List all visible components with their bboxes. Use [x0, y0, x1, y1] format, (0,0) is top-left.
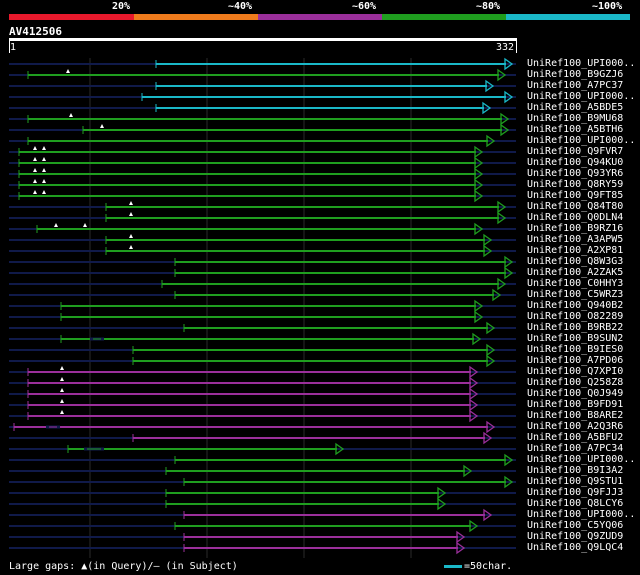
- query-gap-marker: [42, 179, 46, 183]
- hit-label[interactable]: UniRef100_C0HHY3: [527, 278, 623, 289]
- hit-label[interactable]: UniRef100_UPI000..: [527, 454, 635, 465]
- scale-legend-text: =50char.: [464, 561, 513, 572]
- hit-label[interactable]: UniRef100_Q9FVR7: [527, 146, 623, 157]
- hit-label[interactable]: UniRef100_Q940B2: [527, 300, 623, 311]
- hit-label[interactable]: UniRef100_Q9LQC4: [527, 542, 623, 553]
- hit-label[interactable]: UniRef100_B9I3A2: [527, 465, 623, 476]
- hit-label[interactable]: UniRef100_B9RZ16: [527, 223, 623, 234]
- query-gap-marker: [33, 157, 37, 161]
- hit-label[interactable]: UniRef100_B9GZJ6: [527, 69, 623, 80]
- hit-label[interactable]: UniRef100_A7PC37: [527, 80, 623, 91]
- query-gap-marker: [42, 157, 46, 161]
- query-gap-marker: [60, 388, 64, 392]
- query-gap-marker: [129, 212, 133, 216]
- hit-label[interactable]: UniRef100_Q9STU1: [527, 476, 623, 487]
- query-gap-marker: [100, 124, 104, 128]
- hit-label[interactable]: UniRef100_A5BTH6: [527, 124, 623, 135]
- hit-label[interactable]: UniRef100_Q258Z8: [527, 377, 623, 388]
- query-gap-marker: [129, 245, 133, 249]
- query-gap-marker: [33, 146, 37, 150]
- hit-label[interactable]: UniRef100_A5BFU2: [527, 432, 623, 443]
- hit-label[interactable]: UniRef100_B9MU68: [527, 113, 623, 124]
- query-gap-marker: [33, 190, 37, 194]
- query-gap-marker: [33, 168, 37, 172]
- query-gap-marker: [129, 234, 133, 238]
- query-gap-marker: [54, 223, 58, 227]
- query-gap-marker: [42, 190, 46, 194]
- hit-label[interactable]: UniRef100_A7PD06: [527, 355, 623, 366]
- query-gap-marker: [60, 366, 64, 370]
- query-gap-marker: [42, 168, 46, 172]
- hit-label[interactable]: UniRef100_UPI000..: [527, 91, 635, 102]
- query-gap-marker: [33, 179, 37, 183]
- gaps-legend: Large gaps: ▲(in Query)/– (in Subject): [9, 561, 238, 572]
- hit-label[interactable]: UniRef100_C5YQ06: [527, 520, 623, 531]
- hit-label[interactable]: UniRef100_B9RB22: [527, 322, 623, 333]
- query-gap-marker: [83, 223, 87, 227]
- query-gap-marker: [69, 113, 73, 117]
- hit-label[interactable]: UniRef100_Q94KU0: [527, 157, 623, 168]
- hit-label[interactable]: UniRef100_UPI000..: [527, 135, 635, 146]
- hit-label[interactable]: UniRef100_Q8RY59: [527, 179, 623, 190]
- hit-label[interactable]: UniRef100_A5BDE5: [527, 102, 623, 113]
- hit-label[interactable]: UniRef100_B9SUN2: [527, 333, 623, 344]
- hit-label[interactable]: UniRef100_B9FD91: [527, 399, 623, 410]
- hit-label[interactable]: UniRef100_UPI000..: [527, 509, 635, 520]
- hit-label[interactable]: UniRef100_O82289: [527, 311, 623, 322]
- hit-label[interactable]: UniRef100_Q93YR6: [527, 168, 623, 179]
- query-gap-marker: [60, 377, 64, 381]
- query-gap-marker: [129, 201, 133, 205]
- scale-bar: [444, 564, 462, 568]
- hit-label[interactable]: UniRef100_A2XP81: [527, 245, 623, 256]
- query-gap-marker: [66, 69, 70, 73]
- hit-label[interactable]: UniRef100_UPI000..: [527, 58, 635, 69]
- hit-label[interactable]: UniRef100_Q84T80: [527, 201, 623, 212]
- hit-label[interactable]: UniRef100_Q9ZUD9: [527, 531, 623, 542]
- query-gap-marker: [42, 146, 46, 150]
- hit-label[interactable]: UniRef100_Q0DLN4: [527, 212, 623, 223]
- hit-label[interactable]: UniRef100_A2ZAK5: [527, 267, 623, 278]
- hit-label[interactable]: UniRef100_Q8LCY6: [527, 498, 623, 509]
- hit-label[interactable]: UniRef100_A7PC34: [527, 443, 623, 454]
- hit-label[interactable]: UniRef100_A2Q3R6: [527, 421, 623, 432]
- hit-label[interactable]: UniRef100_Q9FT85: [527, 190, 623, 201]
- hit-label[interactable]: UniRef100_B9IES0: [527, 344, 623, 355]
- hit-label[interactable]: UniRef100_Q9FJJ3: [527, 487, 623, 498]
- hit-label[interactable]: UniRef100_Q8W3G3: [527, 256, 623, 267]
- hit-label[interactable]: UniRef100_A3APW5: [527, 234, 623, 245]
- hit-label[interactable]: UniRef100_Q7XPI0: [527, 366, 623, 377]
- query-gap-marker: [60, 410, 64, 414]
- query-gap-marker: [60, 399, 64, 403]
- hit-label[interactable]: UniRef100_C5WRZ3: [527, 289, 623, 300]
- hit-label[interactable]: UniRef100_Q0J949: [527, 388, 623, 399]
- scale-legend: =50char.: [444, 561, 512, 572]
- hit-label[interactable]: UniRef100_B8ARE2: [527, 410, 623, 421]
